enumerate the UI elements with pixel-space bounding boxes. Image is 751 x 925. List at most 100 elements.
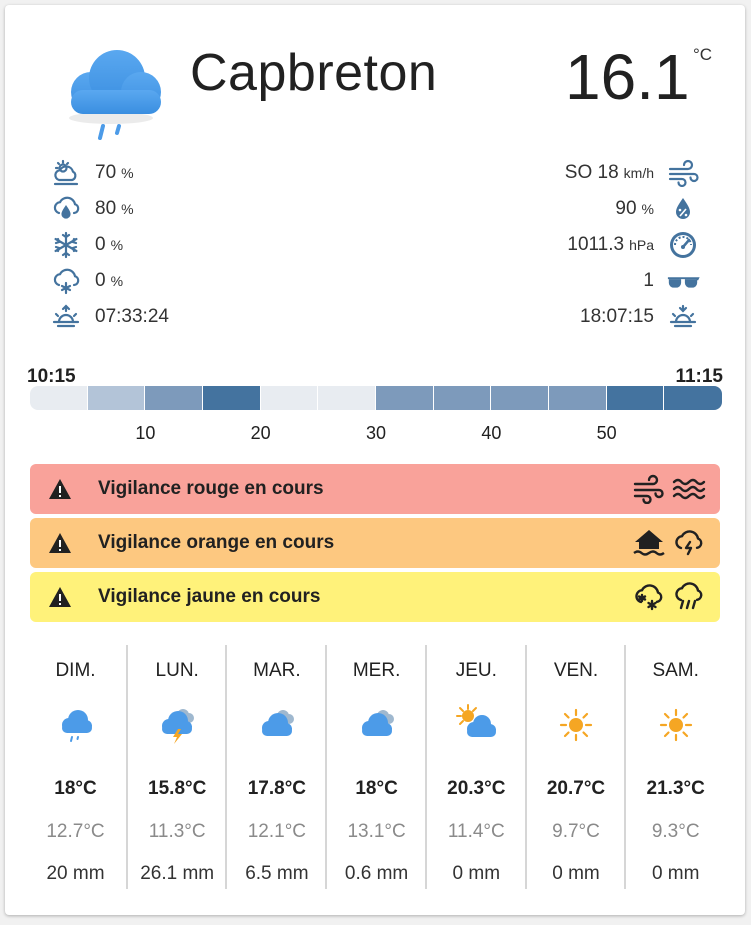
attribute-sunset: 18:07:15 [580,303,700,331]
alert-yellow[interactable]: Vigilance jaune en cours [30,572,720,622]
rain-segment [548,386,607,410]
attribute-sunrise: 07:33:24 [49,303,169,331]
forecast-day-2: MAR. 17.8°C 12.1°C 6.5 mm [225,645,326,889]
alert-text: Vigilance rouge en cours [98,478,324,499]
forecast-high-temp: 20.3°C [447,778,506,799]
forecast-low-temp: 13.1°C [347,821,406,842]
cloud-percent-icon [49,195,83,223]
rain-tick-label: 20 [250,423,271,443]
forecast-high-temp: 18°C [54,778,97,799]
temperature-unit: °C [693,45,713,64]
rain-segment [491,386,549,410]
forecast-precipitation: 0 mm [552,863,600,884]
current-temperature: 16.1 [565,41,690,113]
forecast-precipitation: 0 mm [452,863,501,884]
forecast-day-label: MAR. [253,660,301,681]
rain-tick-label: 10 [135,423,156,443]
forecast-day-label: MER. [352,660,401,681]
sun-icon [654,703,698,747]
alert-orange[interactable]: Vigilance orange en cours [30,518,720,568]
snowy-cloud-icon [49,267,83,295]
rain-segment [318,386,376,410]
forecast-low-temp: 12.7°C [46,821,105,842]
forecast-high-temp: 20.7°C [546,778,606,799]
rain-segment [375,386,434,410]
forecast-precipitation: 0 mm [651,863,700,884]
forecast-low-temp: 9.3°C [651,821,700,842]
cloudy-icon [255,703,299,747]
forecast-precipitation: 26.1 mm [140,863,215,884]
rain-segment [30,386,88,410]
snowflake-icon [49,231,83,259]
forecast-low-temp: 11.3°C [148,821,206,842]
attribute-humidity: 90% [615,195,700,223]
rain-segment [145,386,203,410]
forecast-low-temp: 9.7°C [552,821,600,842]
attribute-freeze-chance: 0% [49,231,123,259]
forecast-day-label: JEU. [455,660,497,681]
rain-segment [606,386,665,410]
forecast-high-temp: 18°C [355,778,398,799]
sun-icon [554,703,598,747]
rainy-cloud-icon [54,703,98,747]
rain-segment [433,386,492,410]
forecast-day-label: LUN. [155,660,199,681]
warning-icon [49,479,71,499]
snowy-cloud-icon [635,584,663,611]
rain-segment [87,386,146,410]
rain-end-time: 11:15 [675,366,723,387]
rain-segment [260,386,319,410]
sunrise-icon [49,303,83,331]
attribute-wind: SO 18 km/h [565,159,700,187]
attribute-rain-chance: 80% [49,195,134,223]
alert-text: Vigilance orange en cours [98,532,335,553]
forecast-high-temp: 21.3°C [646,778,705,799]
forecast-day-label: SAM. [652,660,699,681]
rain-segment [664,386,722,410]
sunset-icon [666,303,700,331]
attribute-cloud-cover: 70% [49,159,134,187]
forecast-precipitation: 20 mm [46,863,105,884]
forecast-low-temp: 12.1°C [247,821,307,842]
forecast-day-0: DIM. 18°C 12.7°C 20 mm [26,645,125,889]
warning-icon [49,587,71,607]
humidity-icon [666,195,700,223]
attribute-uv: 1 [643,267,700,295]
wind-icon [633,474,664,504]
forecast-day-5: VEN. 20.7°C 9.7°C 0 mm [524,645,626,889]
partly-sunny-icon [454,703,498,747]
pouring-rain-icon [675,582,703,610]
attribute-pressure: 1011.3 hPa [567,231,700,259]
forecast-high-temp: 17.8°C [247,778,307,799]
forecast-day-label: VEN. [553,660,599,681]
alert-red[interactable]: Vigilance rouge en cours [30,464,720,514]
attribute-snow-chance: 0% [49,267,123,295]
forecast-precipitation: 0.6 mm [344,863,409,884]
thunderstorm-cloud-icon [155,703,199,747]
forecast-day-4: JEU. 20.3°C 11.4°C 0 mm [424,645,526,889]
wind-icon [666,159,700,187]
rain-forecast-bar [30,386,722,410]
home-flood-icon [633,530,665,556]
forecast-day-label: DIM. [55,660,96,681]
rain-tick-label: 30 [365,423,387,443]
waves-icon [672,478,706,500]
rain-segment [202,386,261,410]
forecast-day-3: MER. 18°C 13.1°C 0.6 mm [325,645,426,889]
rain-tick-label: 50 [596,423,617,443]
forecast-day-1: LUN. 15.8°C 11.3°C 26.1 mm [125,645,227,889]
alert-text: Vigilance jaune en cours [98,586,321,607]
cloudy-icon [355,703,399,747]
weather-card: Capbreton 16.1 °C 70% 80% 0 % 0 % 07:33:… [5,5,745,915]
thunderstorm-cloud-icon [675,530,703,556]
warning-icon [49,533,71,553]
forecast-high-temp: 15.8°C [148,778,207,799]
rain-start-time: 10:15 [27,366,76,387]
forecast-low-temp: 11.4°C [447,821,505,842]
rain-tick-label: 40 [481,423,502,443]
city-name: Capbreton [190,44,438,102]
rainy-cloud-icon [69,50,161,140]
forecast-precipitation: 6.5 mm [245,863,309,884]
gauge-icon [666,231,700,259]
weather-partly-cloudy-icon [49,159,83,187]
